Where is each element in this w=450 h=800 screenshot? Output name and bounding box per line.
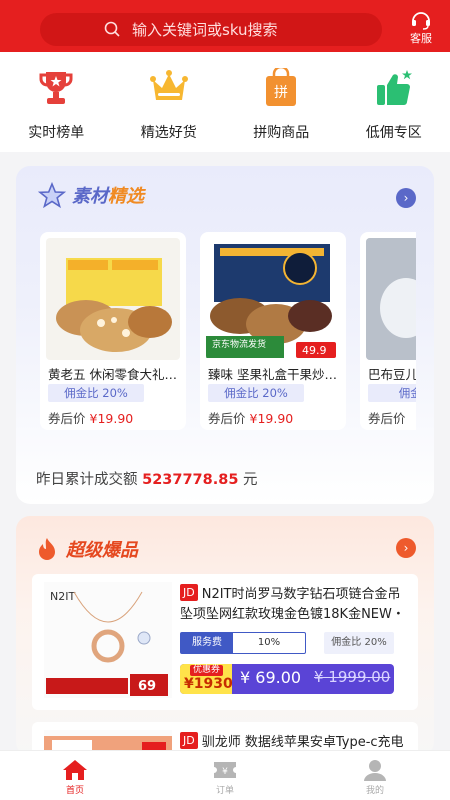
commission-badge: 佣金比 [368, 384, 416, 402]
hot-item-card[interactable]: N2IT 69 JD N2IT时尚罗马数字钻石项链合金吊坠项坠网红款玫瑰金色镀18… [32, 574, 418, 710]
commission-badge: 佣金比 20% [48, 384, 144, 402]
category-nav: 实时榜单 精选好货 拼 拼购商品 低佣专区 [0, 52, 450, 152]
fire-icon [39, 538, 55, 560]
category-label: 精选好货 [140, 125, 197, 141]
headset-icon [412, 12, 430, 30]
tag-price: 49.9 [302, 344, 327, 357]
product-name: 黄老五 休闲零食大礼… [48, 367, 177, 382]
chevron-right-icon: › [403, 191, 409, 205]
bag-icon: 拼 [266, 65, 297, 106]
product-card[interactable]: 京东物流发货 49.9 臻味 坚果礼盒干果炒… 佣金比 20% 券后价 ¥19.… [200, 232, 346, 430]
materials-title-part2: 精选 [108, 186, 144, 207]
hot-more-button[interactable]: › [396, 538, 416, 558]
top-header: 输入关键词或sku搜索 客服 [0, 0, 450, 52]
materials-section: 素材 精选 › 黄老五 休闲零食大礼… 佣金比 20% 券后价 ¥19.90 京… [16, 166, 434, 504]
category-realtime-rank[interactable]: 实时榜单 [0, 52, 113, 152]
product-name: 臻味 坚果礼盒干果炒… [208, 367, 337, 382]
svg-text:¥: ¥ [222, 767, 228, 777]
category-label: 低佣专区 [365, 125, 422, 141]
coupon-value: ¥1930 [184, 676, 233, 692]
fee-row: 服务费 10% 佣金比 20% [180, 632, 414, 654]
materials-more-button[interactable]: › [396, 188, 416, 208]
user-icon [364, 760, 386, 781]
image-price: 69 [138, 679, 156, 694]
turnover-summary: 昨日累计成交额 5237778.85 元 [36, 468, 258, 489]
tab-label: 我的 [365, 786, 384, 796]
product-card[interactable]: 巴布豆儿… 佣金比 券后价 [360, 232, 416, 430]
category-label: 实时榜单 [28, 125, 85, 141]
original-price: ¥ 1999.00 [314, 668, 391, 686]
category-group-buy[interactable]: 拼 拼购商品 [225, 52, 338, 152]
materials-title: 素材 精选 [38, 182, 144, 208]
product-image-partial [366, 238, 416, 360]
hot-section: 超级爆品 › N2IT 69 JD N2IT时尚罗马数字钻石项链合金吊坠项坠网红款… [16, 516, 434, 756]
turnover-value: 5237778.85 [142, 472, 239, 488]
product-image-necklace: N2IT 69 [44, 582, 172, 698]
category-label: 拼购商品 [253, 125, 310, 141]
crown-icon [149, 70, 188, 100]
banner-text: 京东物流发货 [212, 338, 266, 350]
tab-orders[interactable]: ¥ 订单 [150, 751, 300, 800]
materials-title-part1: 素材 [72, 186, 108, 207]
service-fee-badge: 服务费 10% [180, 632, 306, 654]
hot-item-title: JD N2IT时尚罗马数字钻石项链合金吊坠项坠网红款玫瑰金色镀18K金NEW・ [180, 584, 405, 622]
turnover-unit: 元 [243, 472, 258, 488]
jd-badge: JD [180, 732, 198, 749]
brand-text: N2IT [50, 590, 75, 603]
product-price: 券后价 ¥19.90 [208, 411, 294, 426]
service-label: 客服 [410, 32, 432, 45]
service-fee-label: 服务费 [181, 633, 233, 653]
current-price: ¥ 69.00 [240, 668, 302, 687]
search-icon [104, 21, 120, 37]
ticket-icon: ¥ [214, 762, 236, 778]
product-image-snacks [46, 238, 180, 360]
service-fee-value: 10% [257, 637, 281, 648]
materials-product-list[interactable]: 黄老五 休闲零食大礼… 佣金比 20% 券后价 ¥19.90 京东物流发货 49… [40, 232, 416, 432]
price-bar[interactable]: 优惠券 ¥1930 ¥ 69.00 ¥ 1999.00 [180, 664, 394, 694]
thumbs-up-icon [376, 70, 412, 105]
home-icon [63, 760, 87, 780]
tab-home[interactable]: 首页 [0, 751, 150, 800]
product-image-nut-gift-box: 京东物流发货 49.9 [206, 238, 340, 360]
product-card[interactable]: 黄老五 休闲零食大礼… 佣金比 20% 券后价 ¥19.90 [40, 232, 186, 430]
hot-title: 超级爆品 [36, 536, 138, 562]
hot-title-text: 超级爆品 [66, 540, 138, 561]
bag-badge-text: 拼 [274, 85, 288, 101]
coupon-badge: 优惠券 ¥1930 [180, 664, 233, 694]
coupon-tag: 优惠券 [190, 665, 224, 676]
product-price: 券后价 [368, 411, 406, 426]
product-name: 巴布豆儿… [368, 367, 416, 382]
commission-badge: 佣金比 20% [208, 384, 304, 402]
category-featured[interactable]: 精选好货 [113, 52, 226, 152]
chevron-right-icon: › [403, 541, 409, 555]
turnover-label: 昨日累计成交额 [36, 472, 138, 488]
tab-label: 订单 [215, 786, 234, 796]
trophy-icon [39, 72, 73, 104]
tab-label: 首页 [65, 786, 84, 796]
search-bar[interactable]: 输入关键词或sku搜索 [40, 13, 382, 46]
jd-badge: JD [180, 584, 198, 601]
category-low-commission[interactable]: 低佣专区 [338, 52, 450, 152]
bottom-tab-bar: 首页 ¥ 订单 我的 [0, 750, 450, 800]
tab-profile[interactable]: 我的 [300, 751, 450, 800]
search-placeholder: 输入关键词或sku搜索 [132, 21, 278, 39]
star-icon [38, 182, 66, 208]
commission-badge: 佣金比 20% [324, 632, 394, 654]
product-price: 券后价 ¥19.90 [48, 411, 134, 426]
customer-service-button[interactable]: 客服 [402, 10, 440, 48]
